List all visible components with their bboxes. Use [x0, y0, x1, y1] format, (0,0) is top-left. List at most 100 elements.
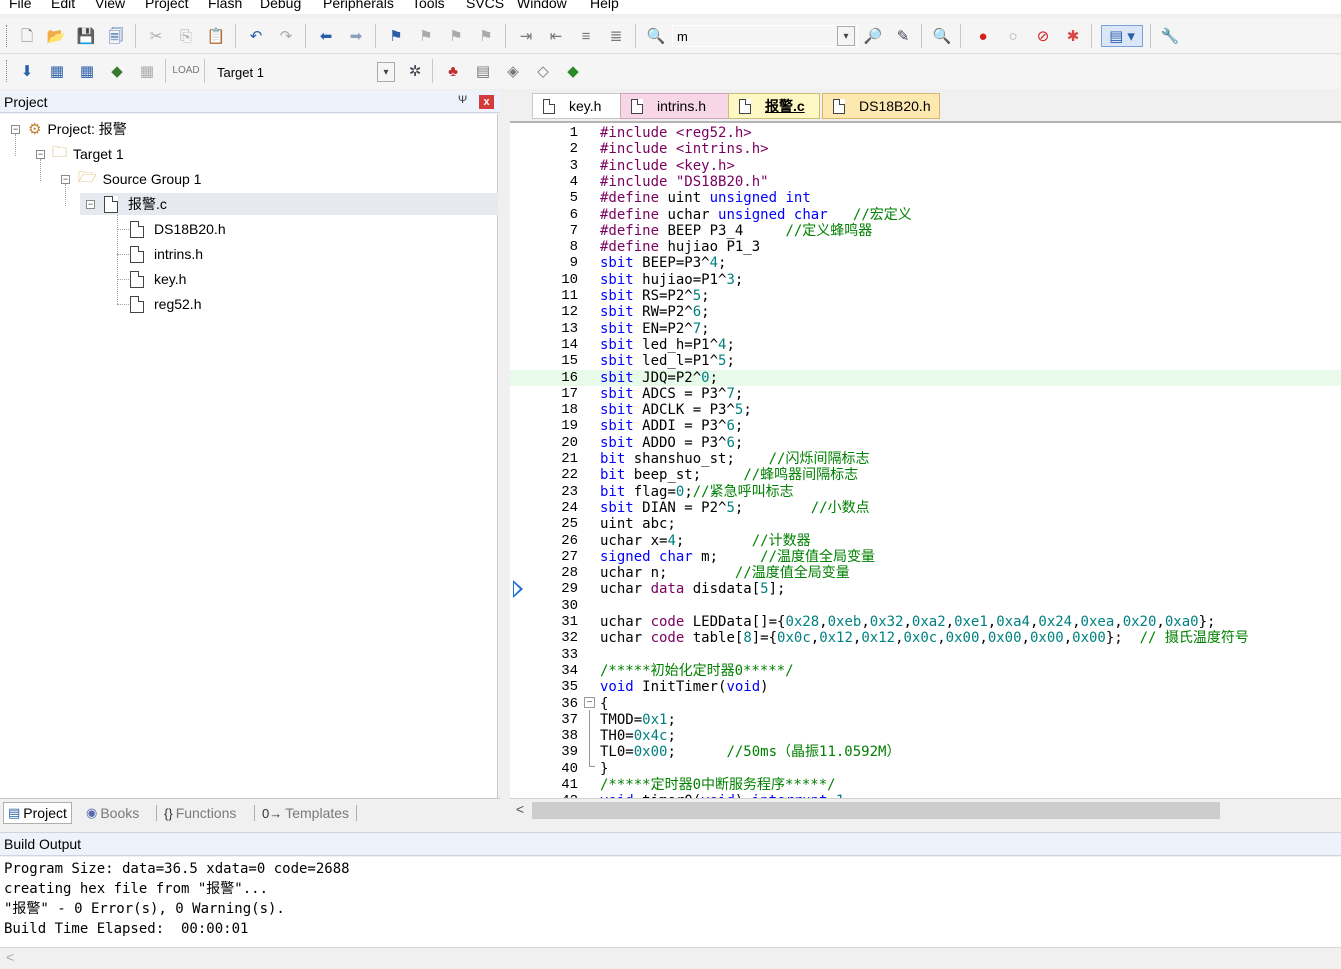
save-icon[interactable]: 💾: [75, 25, 97, 47]
redo-icon[interactable]: ↷: [275, 25, 297, 47]
menu-flash[interactable]: Flash: [208, 0, 242, 11]
bookmark-icon[interactable]: ⚑: [385, 25, 407, 47]
code-line: 34/*****初始化定时器0*****/: [561, 662, 794, 679]
tree-node-project[interactable]: − ⚙ Project: 报警: [0, 118, 498, 140]
code-line: 19 sbit ADDI = P3^6;: [561, 418, 744, 435]
pin-icon[interactable]: Ψ: [458, 94, 467, 106]
uncomment-icon[interactable]: ≣: [605, 25, 627, 47]
tab-intrins-h[interactable]: intrins.h: [620, 93, 729, 119]
tree-node-header[interactable]: intrins.h: [130, 243, 203, 265]
file-icon: [739, 98, 751, 114]
pack-installer-icon[interactable]: ◇: [532, 60, 554, 82]
insert-breakpoint-icon[interactable]: ●: [972, 25, 994, 47]
scroll-left-icon[interactable]: <: [516, 801, 524, 817]
menu-file[interactable]: File: [9, 0, 32, 11]
collapse-icon[interactable]: −: [61, 175, 70, 184]
fold-collapse-icon[interactable]: −: [584, 697, 595, 708]
code-line: 21 bit shanshuo_st; //闪烁间隔标志: [561, 451, 870, 467]
rebuild-icon[interactable]: ▦: [76, 60, 98, 82]
multi-project-icon[interactable]: ▤: [472, 60, 494, 82]
menu-peripherals[interactable]: Peripherals: [323, 0, 394, 11]
save-all-icon[interactable]: 🗐: [105, 25, 127, 47]
tree-node-header[interactable]: DS18B20.h: [130, 218, 226, 240]
target-dropdown[interactable]: ▾: [377, 62, 395, 82]
tab-ds18b20-h[interactable]: DS18B20.h: [822, 93, 940, 119]
tab-ds18b20-h-label: DS18B20.h: [859, 98, 931, 114]
select-packs-icon[interactable]: ◈: [502, 60, 524, 82]
target-select[interactable]: [212, 61, 398, 83]
editor-horizontal-scrollbar[interactable]: <: [510, 798, 1341, 822]
build-output-line: Build Time Elapsed: 00:00:01: [4, 921, 249, 937]
menu-tools[interactable]: Tools: [412, 0, 445, 11]
build-output-text[interactable]: Program Size: data=36.5 xdata=0 code=268…: [0, 857, 1341, 947]
tree-node-target[interactable]: − 🗀 Target 1: [0, 143, 498, 165]
menu-help[interactable]: Help: [590, 0, 619, 11]
code-line: 23 bit flag=0;//紧急呼叫标志: [561, 483, 794, 500]
tree-node-header[interactable]: key.h: [130, 268, 186, 290]
prev-bookmark-icon[interactable]: ⚑: [415, 25, 437, 47]
indent-icon[interactable]: ⇥: [515, 25, 537, 47]
tab-project[interactable]: ▤ Project: [3, 802, 72, 824]
target-icon: 🗀: [52, 143, 68, 161]
collapse-icon[interactable]: −: [11, 125, 20, 134]
find-combo[interactable]: [672, 25, 858, 47]
tab-key-h[interactable]: key.h: [532, 93, 628, 119]
tree-node-header[interactable]: reg52.h: [130, 293, 201, 315]
tab-books[interactable]: ◉ Books: [82, 802, 143, 824]
configure-icon[interactable]: 🔧: [1159, 25, 1181, 47]
tree-node-source-file[interactable]: − 报警.c: [80, 193, 498, 215]
navigate-back-icon[interactable]: ⬅: [315, 25, 337, 47]
manage-rte-icon[interactable]: ◆: [562, 60, 584, 82]
navigate-forward-icon[interactable]: ➡: [345, 25, 367, 47]
code-line: 37 TMOD=0x1;: [561, 711, 676, 728]
tab-functions[interactable]: {} Functions: [160, 802, 240, 824]
menu-view[interactable]: View: [95, 0, 125, 11]
copy-icon[interactable]: ⎘: [175, 25, 197, 47]
comment-icon[interactable]: ≡: [575, 25, 597, 47]
enable-breakpoint-icon[interactable]: ○: [1002, 25, 1024, 47]
paste-icon[interactable]: 📋: [205, 25, 227, 47]
scrollbar-thumb[interactable]: [532, 802, 1220, 819]
find-in-files-icon[interactable]: 🔍: [645, 25, 667, 47]
tree-node-source-group[interactable]: − 🗁 Source Group 1: [0, 168, 498, 190]
translate-icon[interactable]: ⬇: [16, 60, 38, 82]
code-line: 14 sbit led_h=P1^4;: [561, 336, 735, 353]
build-icon[interactable]: ▦: [46, 60, 68, 82]
incremental-find-icon[interactable]: ✎: [892, 25, 914, 47]
batch-build-icon[interactable]: ◆: [106, 60, 128, 82]
disable-breakpoints-icon[interactable]: ⊘: [1032, 25, 1054, 47]
find-combo-dropdown[interactable]: ▾: [837, 26, 855, 46]
stop-build-icon[interactable]: ▦: [136, 60, 158, 82]
target-options-icon[interactable]: ✲: [404, 60, 426, 82]
menu-debug[interactable]: Debug: [260, 0, 301, 11]
kill-breakpoints-icon[interactable]: ✱: [1062, 25, 1084, 47]
clear-bookmarks-icon[interactable]: ⚑: [475, 25, 497, 47]
undo-icon[interactable]: ↶: [245, 25, 267, 47]
new-file-icon[interactable]: 🗋: [16, 25, 38, 47]
toolbar-grip[interactable]: [6, 60, 9, 82]
open-file-icon[interactable]: 📂: [45, 25, 67, 47]
tab-functions-label: Functions: [175, 805, 237, 821]
find-icon[interactable]: 🔎: [862, 25, 884, 47]
toolbar-grip[interactable]: [6, 25, 9, 47]
collapse-icon[interactable]: −: [86, 200, 95, 209]
unindent-icon[interactable]: ⇤: [545, 25, 567, 47]
scroll-left-icon[interactable]: <: [6, 949, 14, 965]
manage-project-icon[interactable]: ♣: [442, 60, 464, 82]
collapse-icon[interactable]: −: [36, 150, 45, 159]
tree-connector: [117, 279, 129, 280]
menu-window[interactable]: Window: [517, 0, 567, 11]
menu-svcs[interactable]: SVCS: [466, 0, 504, 11]
menu-edit[interactable]: Edit: [51, 0, 75, 11]
debug-session-icon[interactable]: 🔍: [931, 25, 953, 47]
window-layout-icon[interactable]: ▤ ▾: [1101, 25, 1143, 47]
download-icon[interactable]: LOAD: [172, 60, 199, 82]
cut-icon[interactable]: ✂: [145, 25, 167, 47]
code-editor[interactable]: 1 #include <reg52.h> 2 #include <intrins.h…: [510, 121, 1341, 798]
close-panel-button[interactable]: x: [479, 95, 494, 109]
next-bookmark-icon[interactable]: ⚑: [445, 25, 467, 47]
tab-alarm-c[interactable]: 报警.c: [728, 93, 820, 119]
menu-project[interactable]: Project: [145, 0, 189, 11]
build-output-scrollbar[interactable]: <: [0, 947, 1341, 969]
tab-templates[interactable]: 0→ Templates: [258, 802, 353, 824]
